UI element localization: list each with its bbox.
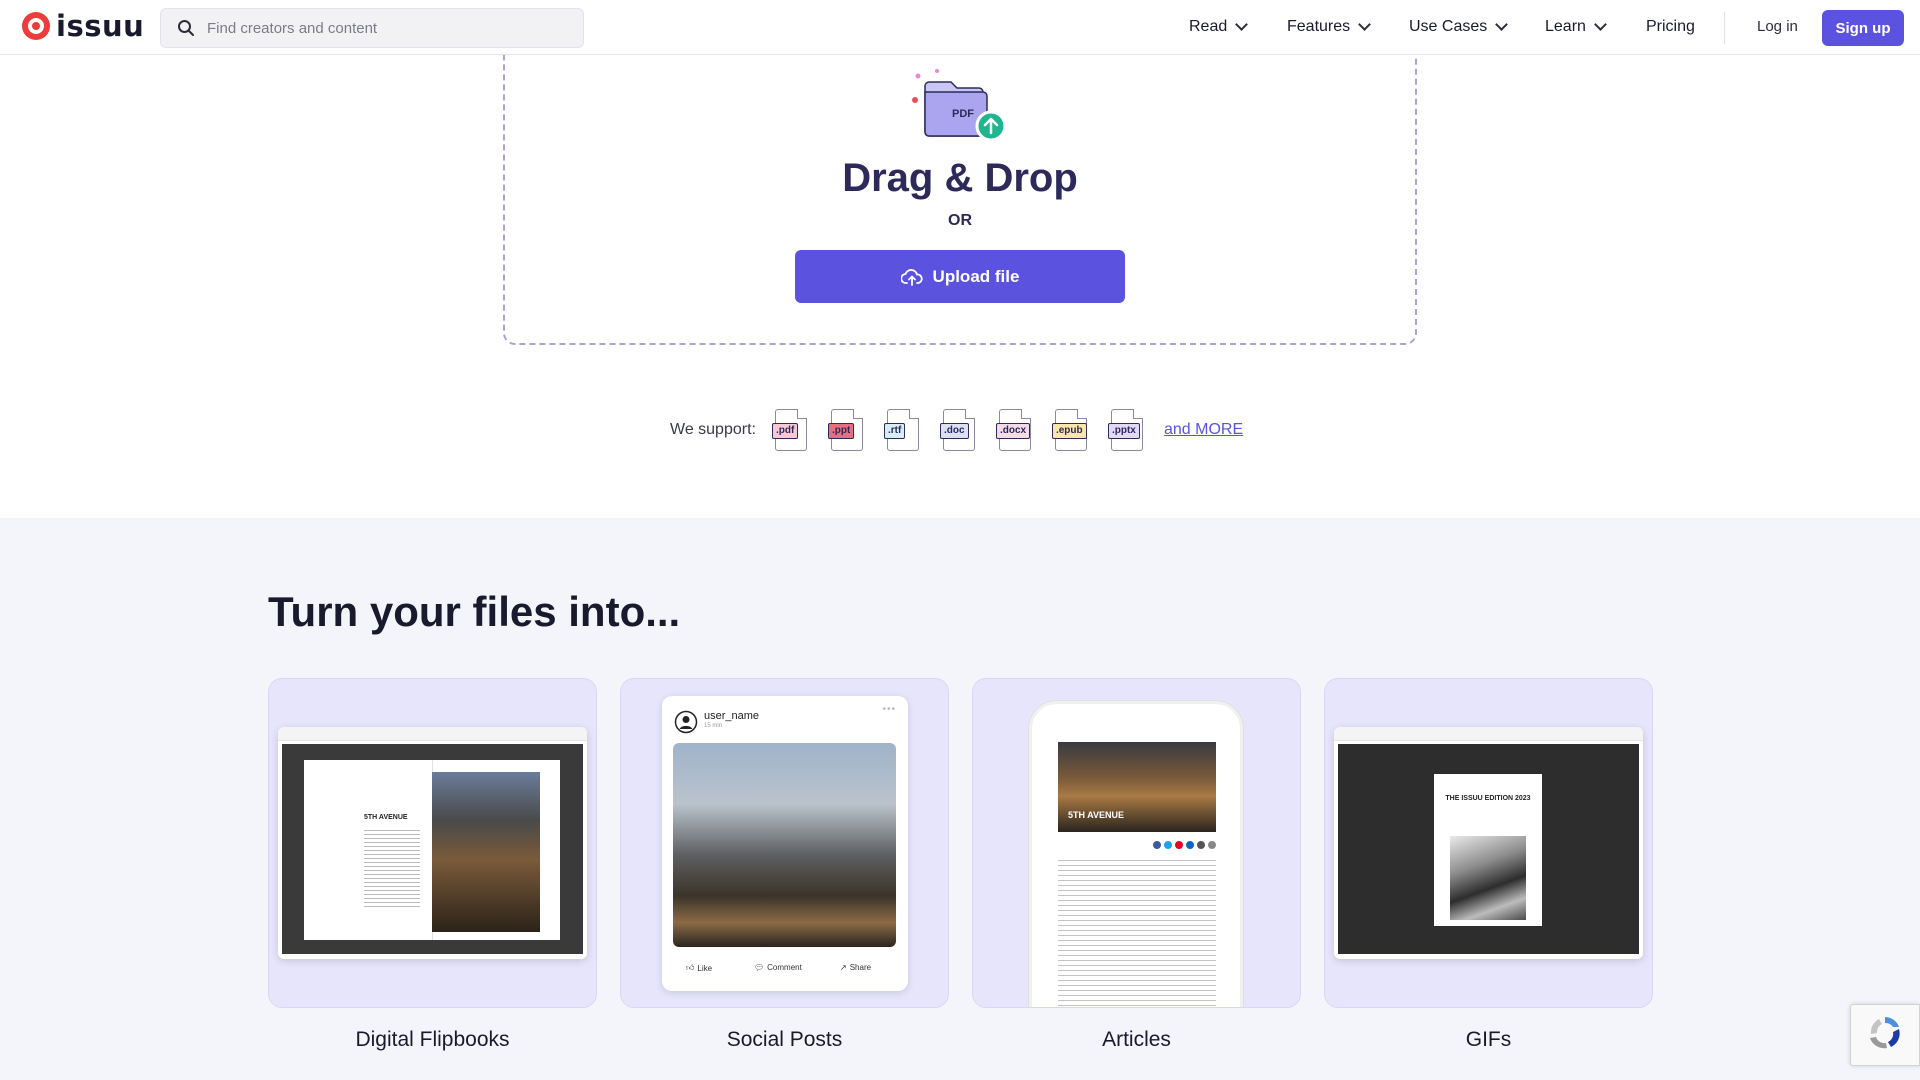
chevron-down-icon (1495, 18, 1509, 31)
post-time: 15 min (704, 723, 723, 729)
comment-button: 💬︎ Comment (754, 963, 802, 972)
card-label-gifs: GIFs (1465, 1028, 1512, 1051)
rtf-file-icon: .rtf (883, 409, 922, 451)
issuu-logo[interactable]: issuu (22, 9, 145, 43)
card-articles[interactable]: 5TH AVENUE (972, 678, 1301, 1008)
nav-read-label: Read (1189, 18, 1228, 35)
chevron-down-icon (1358, 18, 1372, 31)
section-title: Turn your files into... (268, 588, 681, 635)
like-label: Like (697, 963, 713, 973)
issuu-logo-icon (22, 12, 50, 40)
post-username: user_name (704, 710, 760, 722)
doc-file-icon: .doc (939, 409, 978, 451)
search-input[interactable] (207, 19, 567, 37)
format-tag: .docx (995, 423, 1031, 439)
chevron-down-icon (1594, 18, 1607, 31)
search-icon (178, 20, 194, 36)
flipbook-page-heading: 5TH AVENUE (364, 814, 408, 821)
nav-features-label: Features (1287, 18, 1351, 35)
nav-use-cases-label: Use Cases (1409, 18, 1488, 35)
and-more-link[interactable]: and MORE (1164, 421, 1243, 439)
format-tag: .pdf (771, 423, 799, 439)
card-social-posts[interactable]: user_name 15 min ••• 👍︎ Like 💬︎ Comment ↗ S… (620, 678, 949, 1008)
gif-magazine-cover: THE ISSUU EDITION 2023 (1434, 774, 1542, 926)
cloud-upload-icon (900, 268, 923, 286)
gif-cover-title: THE ISSUU EDITION 2023 (1445, 795, 1531, 802)
more-options-icon: ••• (882, 704, 896, 715)
ppt-file-icon: .ppt (827, 409, 866, 451)
flipbook-preview: 5TH AVENUE (278, 727, 587, 959)
epub-file-icon: .epub (1051, 409, 1090, 451)
recaptcha-icon (1870, 1017, 1900, 1049)
supported-formats: We support: .pdf .ppt .rtf .doc .docx .e… (670, 408, 1243, 452)
nav-read[interactable]: Read (1189, 18, 1249, 36)
format-tag: .rtf (883, 423, 906, 439)
format-tag: .ppt (827, 423, 855, 439)
pdf-file-icon: .pdf (771, 409, 810, 451)
comment-icon: 💬︎ (754, 963, 765, 972)
card-gifs[interactable]: THE ISSUU EDITION 2023 (1324, 678, 1653, 1008)
card-label-articles: Articles (1102, 1028, 1171, 1051)
nav-learn[interactable]: Learn (1545, 18, 1607, 36)
chevron-down-icon (1235, 18, 1249, 31)
upload-file-button[interactable]: Upload file (795, 250, 1125, 303)
search-box[interactable] (160, 8, 584, 48)
nav-use-cases[interactable]: Use Cases (1409, 18, 1509, 36)
gif-preview: THE ISSUU EDITION 2023 (1334, 727, 1643, 959)
format-tag: .pptx (1107, 423, 1140, 439)
login-link[interactable]: Log in (1757, 18, 1798, 35)
drag-drop-title: Drag & Drop (842, 156, 1078, 200)
card-label-digital-flipbooks: Digital Flipbooks (355, 1028, 510, 1051)
nav-pricing[interactable]: Pricing (1646, 18, 1695, 36)
thumbs-up-icon: 👍︎ (686, 963, 695, 972)
format-tag: .doc (939, 423, 969, 439)
card-digital-flipbooks[interactable]: 5TH AVENUE (268, 678, 597, 1008)
docx-file-icon: .docx (995, 409, 1034, 451)
user-avatar-icon (674, 710, 698, 734)
share-label: Share (849, 963, 872, 972)
support-label: We support: (670, 421, 756, 438)
nav-learn-label: Learn (1545, 18, 1586, 35)
article-phone-preview: 5TH AVENUE (1029, 701, 1243, 1007)
or-divider-label: OR (948, 212, 972, 229)
nav-pricing-label: Pricing (1646, 18, 1695, 35)
recaptcha-badge[interactable] (1850, 1004, 1920, 1066)
top-nav-bar: issuu Read Features Use Cases Learn Pric… (0, 0, 1920, 55)
card-label-social-posts: Social Posts (726, 1028, 843, 1051)
post-photo (673, 743, 896, 947)
nav-divider (1724, 12, 1725, 44)
nav-features[interactable]: Features (1287, 18, 1372, 36)
share-icon: ↗ (840, 963, 847, 972)
article-heading: 5TH AVENUE (1068, 810, 1125, 820)
upload-file-label: Upload file (932, 266, 1020, 286)
article-body-text (1058, 860, 1216, 1007)
article-hero-image: 5TH AVENUE (1058, 742, 1216, 832)
signup-button[interactable]: Sign up (1822, 10, 1904, 46)
format-tag: .epub (1051, 423, 1087, 439)
share-button: ↗ Share (840, 963, 871, 972)
pptx-file-icon: .pptx (1107, 409, 1146, 451)
folder-pdf-label: PDF (952, 108, 974, 120)
logo-text: issuu (56, 9, 145, 43)
social-post-preview: user_name 15 min ••• 👍︎ Like 💬︎ Comment ↗ S… (662, 696, 908, 991)
comment-label: Comment (767, 963, 802, 972)
like-button: 👍︎ Like (686, 963, 712, 973)
